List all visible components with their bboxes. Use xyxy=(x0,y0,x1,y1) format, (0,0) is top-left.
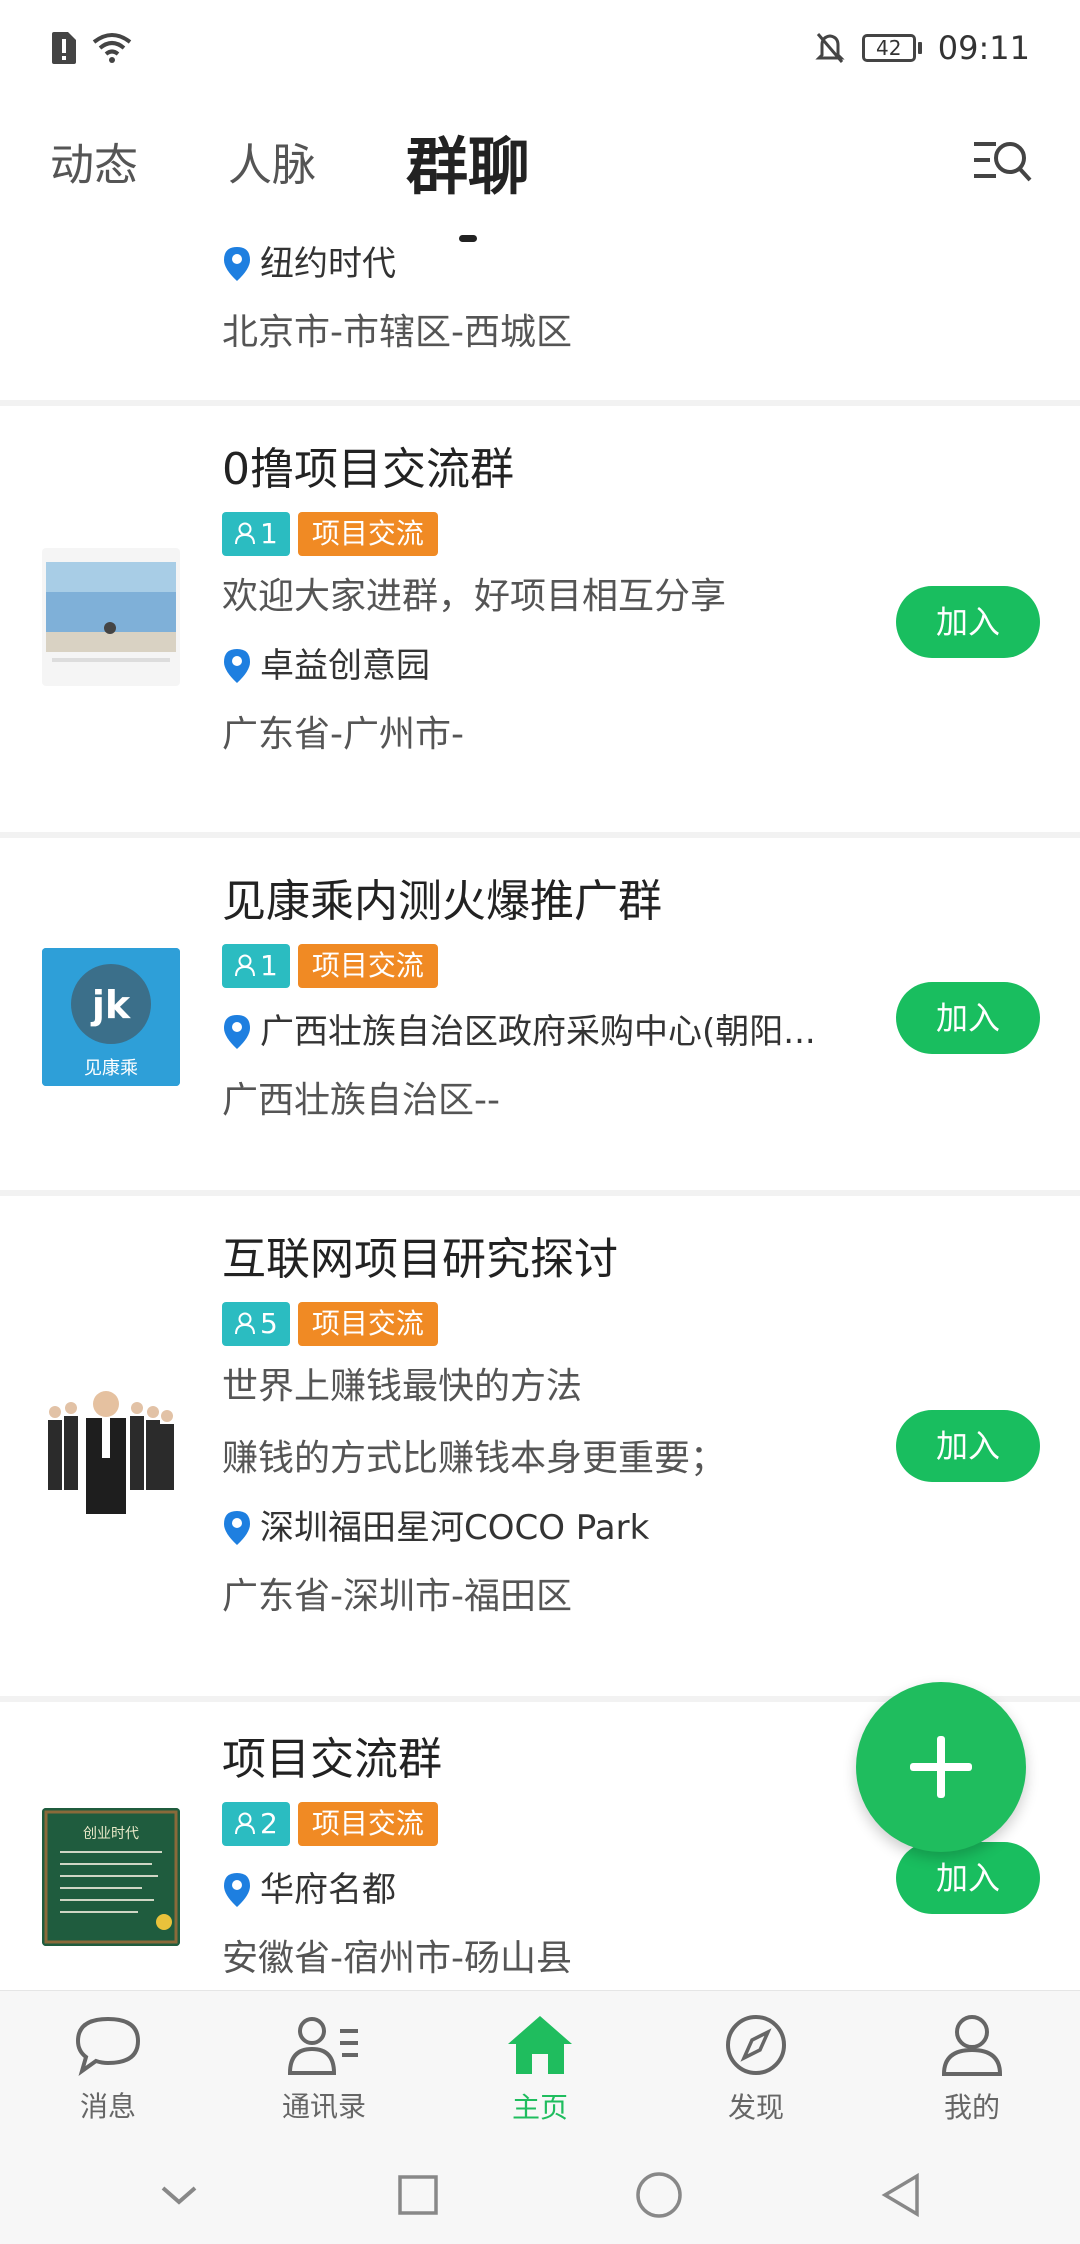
group-region: 广西壮族自治区-- xyxy=(222,1080,500,1121)
group-location: 广西壮族自治区政府采购中心(朝阳... xyxy=(222,1008,822,1056)
join-button[interactable]: 加入 xyxy=(896,1842,1040,1914)
bell-muted-icon xyxy=(815,33,845,63)
group-card[interactable]: 0撸项目交流群 1 项目交流 欢迎大家进群，好项目相互分享 卓益创意园 广东省-… xyxy=(0,406,1080,838)
location-pin-icon xyxy=(224,649,250,683)
clock: 09:11 xyxy=(937,29,1030,67)
location-pin-icon xyxy=(224,247,250,281)
group-location: 纽约时代 xyxy=(222,240,822,288)
plus-icon xyxy=(910,1736,972,1798)
chat-bubble-icon xyxy=(75,2016,141,2076)
group-name: 互联网项目研究探讨 xyxy=(222,1234,618,1285)
group-card[interactable]: 互联网项目研究探讨 5 项目交流 世界上赚钱最快的方法 赚钱的方式比赚钱本身更重… xyxy=(0,1196,1080,1702)
member-count-badge: 5 xyxy=(222,1302,290,1346)
nav-profile[interactable]: 我的 xyxy=(882,2012,1062,2126)
group-name: 见康乘内测火爆推广群 xyxy=(222,876,662,927)
group-type-badge: 项目交流 xyxy=(297,1302,438,1346)
status-bar: 42 09:11 xyxy=(0,0,1080,96)
recent-apps-icon[interactable] xyxy=(396,2173,440,2217)
group-region: 北京市-市辖区-西城区 xyxy=(222,312,572,353)
group-location: 华府名都 xyxy=(222,1866,822,1914)
nav-contacts[interactable]: 通讯录 xyxy=(234,2013,414,2125)
group-avatar xyxy=(42,1380,180,1518)
sim-alert-icon xyxy=(52,32,76,64)
join-button[interactable]: 加入 xyxy=(896,586,1040,658)
svg-text:创业时代: 创业时代 xyxy=(83,1826,139,1842)
group-type-badge: 项目交流 xyxy=(297,1802,438,1846)
join-button[interactable]: 加入 xyxy=(896,982,1040,1054)
member-count-badge: 2 xyxy=(222,1802,290,1846)
bottom-nav: 消息 通讯录 主页 发现 我的 xyxy=(0,1990,1080,2146)
nav-messages[interactable]: 消息 xyxy=(18,2013,198,2125)
group-type-badge: 项目交流 xyxy=(297,512,438,556)
group-description: 世界上赚钱最快的方法 xyxy=(222,1366,583,1407)
group-card[interactable]: jk 见康乘 见康乘内测火爆推广群 1 项目交流 广西壮族自治区政府采购中心(朝… xyxy=(0,838,1080,1196)
group-avatar xyxy=(42,548,180,686)
group-location: 深圳福田星河COCO Park xyxy=(222,1504,822,1552)
group-location: 卓益创意园 xyxy=(222,642,822,690)
group-region: 安徽省-宿州市-砀山县 xyxy=(222,1938,572,1979)
svg-text:jk: jk xyxy=(90,983,131,1027)
group-avatar: 创业时代 xyxy=(42,1808,180,1946)
member-count-badge: 1 xyxy=(222,512,290,556)
location-pin-icon xyxy=(224,1015,250,1049)
home-icon xyxy=(508,2015,572,2074)
compass-icon xyxy=(726,2014,786,2075)
member-count-badge: 1 xyxy=(222,944,290,988)
group-name: 0撸项目交流群 xyxy=(222,444,514,495)
person-outline-icon xyxy=(235,954,255,977)
tab-group-chat[interactable]: 群聊 xyxy=(406,116,531,242)
group-avatar: jk 见康乘 xyxy=(42,948,180,1086)
tab-contacts-network[interactable]: 人脉 xyxy=(228,129,316,193)
hide-keyboard-icon[interactable] xyxy=(157,2180,201,2210)
wifi-icon xyxy=(92,33,132,63)
top-tab-bar: 动态 人脉 群聊 xyxy=(0,96,1080,242)
group-name: 项目交流群 xyxy=(222,1734,442,1785)
join-button[interactable]: 加入 xyxy=(896,1410,1040,1482)
person-icon xyxy=(941,2014,1003,2076)
location-pin-icon xyxy=(224,1873,250,1907)
group-description: 欢迎大家进群，好项目相互分享 xyxy=(222,576,727,617)
home-system-icon[interactable] xyxy=(634,2170,684,2220)
person-outline-icon xyxy=(235,1812,255,1835)
location-pin-icon xyxy=(224,1511,250,1545)
tab-dynamics[interactable]: 动态 xyxy=(50,129,138,193)
system-nav-bar xyxy=(0,2146,1080,2244)
nav-discover[interactable]: 发现 xyxy=(666,2012,846,2126)
person-outline-icon xyxy=(235,1312,255,1335)
nav-home[interactable]: 主页 xyxy=(450,2012,630,2126)
create-group-fab[interactable] xyxy=(856,1682,1026,1852)
person-outline-icon xyxy=(235,522,255,545)
group-region: 广东省-广州市- xyxy=(222,714,464,755)
group-card-partial[interactable]: 纽约时代 北京市-市辖区-西城区 xyxy=(0,226,1080,406)
tab-group-chat-label: 群聊 xyxy=(406,130,531,203)
svg-text:见康乘: 见康乘 xyxy=(84,1058,138,1079)
group-type-badge: 项目交流 xyxy=(297,944,438,988)
group-description: 赚钱的方式比赚钱本身更重要； xyxy=(222,1438,727,1479)
contacts-icon xyxy=(287,2016,358,2075)
search-menu-icon[interactable] xyxy=(972,134,1036,190)
group-region: 广东省-深圳市-福田区 xyxy=(222,1576,572,1617)
battery-indicator: 42 xyxy=(861,34,922,62)
back-icon[interactable] xyxy=(879,2170,923,2220)
